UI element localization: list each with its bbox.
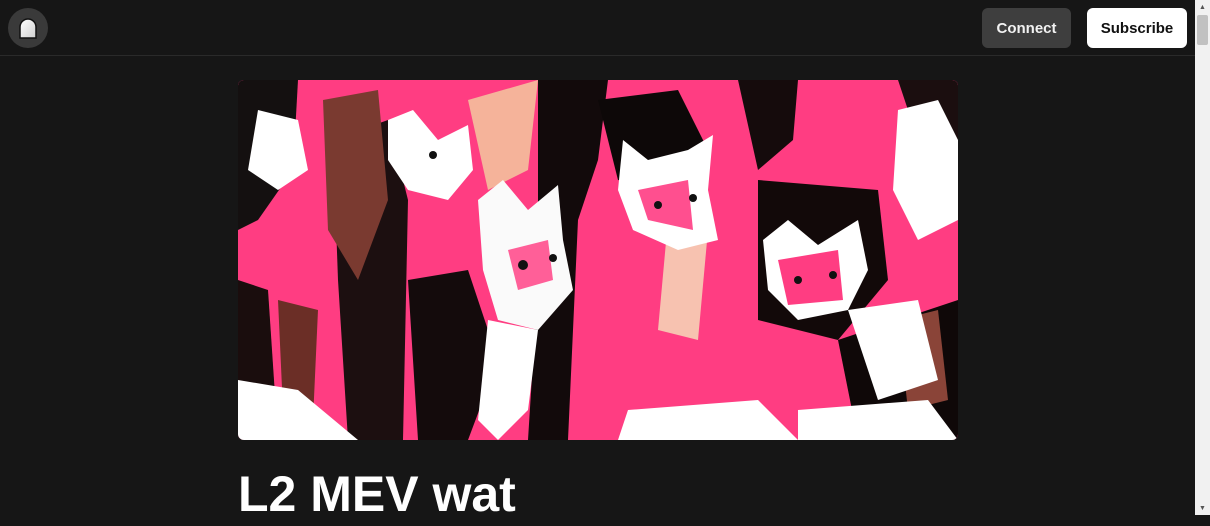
article-title: L2 MEV wat	[238, 466, 516, 522]
scroll-down-arrow-icon[interactable]: ▼	[1195, 501, 1210, 515]
site-logo[interactable]	[8, 8, 48, 48]
scrollbar-thumb[interactable]	[1197, 15, 1208, 45]
article-cover-image	[238, 80, 958, 440]
connect-button[interactable]: Connect	[982, 8, 1071, 48]
cover-artwork	[238, 80, 958, 440]
subscribe-button[interactable]: Subscribe	[1087, 8, 1187, 48]
top-navigation-bar: Connect Subscribe	[0, 0, 1195, 56]
page-scrollbar[interactable]: ▲ ▼	[1195, 0, 1210, 515]
mirror-logo-icon	[19, 18, 37, 39]
scroll-up-arrow-icon[interactable]: ▲	[1195, 0, 1210, 14]
